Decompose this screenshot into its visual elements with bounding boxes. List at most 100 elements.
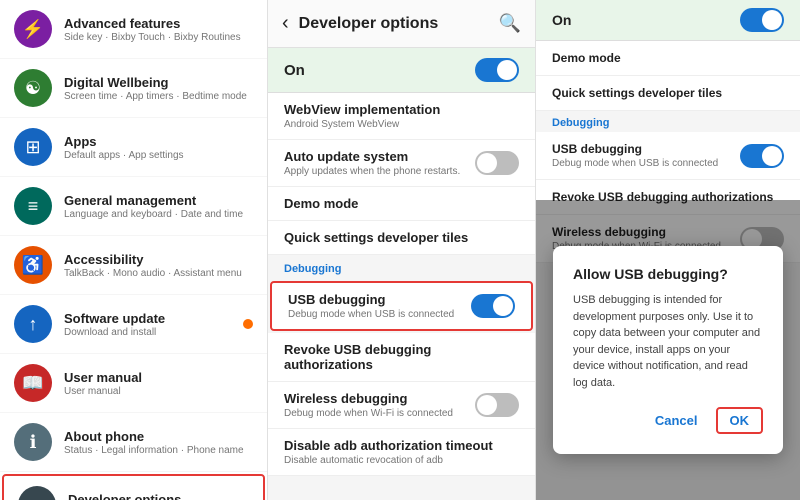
about-phone-text: About phone Status · Legal information ·…	[64, 429, 244, 456]
about-phone-title: About phone	[64, 429, 244, 444]
p3-on-label: On	[552, 12, 571, 28]
user-manual-title: User manual	[64, 370, 142, 385]
settings-item-software-update[interactable]: ↑ Software update Download and install	[0, 295, 267, 354]
dev-on-toggle[interactable]	[475, 58, 519, 82]
ok-button[interactable]: OK	[716, 407, 764, 434]
settings-item-developer-options[interactable]: { } Developer options Developer options	[2, 474, 265, 500]
accessibility-text: Accessibility TalkBack · Mono audio · As…	[64, 252, 242, 279]
usb-debugging-toggle[interactable]	[471, 294, 515, 318]
p3-usb-toggle[interactable]	[740, 144, 784, 168]
accessibility-icon: ♿	[14, 246, 52, 284]
user-manual-text: User manual User manual	[64, 370, 142, 397]
auto-update-toggle[interactable]	[475, 151, 519, 175]
dev-on-row: On	[268, 48, 535, 93]
settings-item-general-management[interactable]: ≡ General management Language and keyboa…	[0, 177, 267, 236]
settings-item-apps[interactable]: ⊞ Apps Default apps · App settings	[0, 118, 267, 177]
digital-wellbeing-title: Digital Wellbeing	[64, 75, 247, 90]
apps-subtitle: Default apps · App settings	[64, 150, 184, 161]
software-update-subtitle: Download and install	[64, 327, 165, 338]
usb-debug-dialog: Allow USB debugging? USB debugging is in…	[553, 246, 783, 454]
general-management-icon: ≡	[14, 187, 52, 225]
settings-item-about-phone[interactable]: ℹ About phone Status · Legal information…	[0, 413, 267, 472]
settings-item-accessibility[interactable]: ♿ Accessibility TalkBack · Mono audio · …	[0, 236, 267, 295]
general-management-subtitle: Language and keyboard · Date and time	[64, 209, 243, 220]
software-update-title: Software update	[64, 311, 165, 326]
developer-options-icon: { }	[18, 486, 56, 500]
auto-update-text: Auto update system Apply updates when th…	[284, 149, 460, 177]
wireless-text: Wireless debugging Debug mode when Wi-Fi…	[284, 391, 453, 419]
wireless-title: Wireless debugging	[284, 391, 453, 406]
search-button[interactable]: 🔍	[499, 13, 521, 34]
revoke-title: Revoke USB debugging authorizations	[284, 342, 519, 372]
usb-debugging-row: USB debugging Debug mode when USB is con…	[288, 292, 515, 320]
p3-usb-subtitle: Debug mode when USB is connected	[552, 158, 718, 169]
demo-mode-item[interactable]: Demo mode	[268, 187, 535, 221]
auto-update-row: Auto update system Apply updates when th…	[284, 149, 519, 177]
dialog-actions: Cancel OK	[573, 407, 763, 434]
webview-item[interactable]: WebView implementation Android System We…	[268, 93, 535, 140]
p3-on-toggle[interactable]	[740, 8, 784, 32]
wireless-toggle[interactable]	[475, 393, 519, 417]
advanced-title: Advanced features	[64, 16, 241, 31]
digital-wellbeing-text: Digital Wellbeing Screen time · App time…	[64, 75, 247, 102]
accessibility-title: Accessibility	[64, 252, 242, 267]
auto-update-title: Auto update system	[284, 149, 460, 164]
quick-settings-title: Quick settings developer tiles	[284, 230, 519, 245]
debugging-section: Debugging	[268, 255, 535, 279]
panel3-header: On	[536, 0, 800, 41]
wireless-row: Wireless debugging Debug mode when Wi-Fi…	[284, 391, 519, 419]
user-manual-subtitle: User manual	[64, 386, 142, 397]
p3-quick-settings-title: Quick settings developer tiles	[552, 86, 784, 100]
software-update-text: Software update Download and install	[64, 311, 165, 338]
p3-quick-settings-item[interactable]: Quick settings developer tiles	[536, 76, 800, 111]
about-phone-icon: ℹ	[14, 423, 52, 461]
usb-debugging-title: USB debugging	[288, 292, 454, 307]
webview-title: WebView implementation	[284, 102, 519, 117]
settings-item-user-manual[interactable]: 📖 User manual User manual	[0, 354, 267, 413]
wireless-subtitle: Debug mode when Wi-Fi is connected	[284, 408, 453, 419]
settings-item-advanced[interactable]: ⚡ Advanced features Side key · Bixby Tou…	[0, 0, 267, 59]
general-management-title: General management	[64, 193, 243, 208]
demo-mode-title: Demo mode	[284, 196, 519, 211]
settings-item-digital-wellbeing[interactable]: ☯ Digital Wellbeing Screen time · App ti…	[0, 59, 267, 118]
accessibility-subtitle: TalkBack · Mono audio · Assistant menu	[64, 268, 242, 279]
p3-demo-mode-item[interactable]: Demo mode	[536, 41, 800, 76]
panel2-header: ‹ Developer options 🔍	[268, 0, 535, 48]
dev-on-label: On	[284, 62, 305, 79]
user-manual-icon: 📖	[14, 364, 52, 402]
usb-debugging-item[interactable]: USB debugging Debug mode when USB is con…	[270, 281, 533, 331]
back-button[interactable]: ‹	[282, 12, 289, 35]
auto-update-item[interactable]: Auto update system Apply updates when th…	[268, 140, 535, 187]
advanced-subtitle: Side key · Bixby Touch · Bixby Routines	[64, 32, 241, 43]
digital-wellbeing-icon: ☯	[14, 69, 52, 107]
p3-usb-text: USB debugging Debug mode when USB is con…	[552, 142, 718, 169]
settings-menu-panel: ⚡ Advanced features Side key · Bixby Tou…	[0, 0, 268, 500]
usb-debugging-subtitle: Debug mode when USB is connected	[288, 309, 454, 320]
dialog-body: USB debugging is intended for developmen…	[573, 292, 763, 391]
cancel-button[interactable]: Cancel	[647, 407, 706, 434]
disable-adb-title: Disable adb authorization timeout	[284, 438, 519, 453]
auto-update-subtitle: Apply updates when the phone restarts.	[284, 166, 460, 177]
about-phone-subtitle: Status · Legal information · Phone name	[64, 445, 244, 456]
general-management-text: General management Language and keyboard…	[64, 193, 243, 220]
developer-options-panel: ‹ Developer options 🔍 On WebView impleme…	[268, 0, 536, 500]
p3-usb-debugging-item[interactable]: USB debugging Debug mode when USB is con…	[536, 132, 800, 180]
webview-subtitle: Android System WebView	[284, 119, 519, 130]
usb-debugging-text: USB debugging Debug mode when USB is con…	[288, 292, 454, 320]
developer-options-title: Developer options	[68, 492, 181, 500]
p3-demo-mode-title: Demo mode	[552, 51, 784, 65]
developer-options-text: Developer options Developer options	[68, 492, 181, 500]
apps-text: Apps Default apps · App settings	[64, 134, 184, 161]
p3-usb-title: USB debugging	[552, 142, 718, 156]
advanced-icon: ⚡	[14, 10, 52, 48]
digital-wellbeing-subtitle: Screen time · App timers · Bedtime mode	[64, 91, 247, 102]
software-update-icon: ↑	[14, 305, 52, 343]
quick-settings-item[interactable]: Quick settings developer tiles	[268, 221, 535, 255]
p3-debugging-section: Debugging	[536, 111, 800, 132]
revoke-item[interactable]: Revoke USB debugging authorizations	[268, 333, 535, 382]
apps-icon: ⊞	[14, 128, 52, 166]
disable-adb-subtitle: Disable automatic revocation of adb	[284, 455, 519, 466]
notification-dot	[243, 319, 253, 329]
wireless-debugging-item[interactable]: Wireless debugging Debug mode when Wi-Fi…	[268, 382, 535, 429]
disable-adb-item[interactable]: Disable adb authorization timeout Disabl…	[268, 429, 535, 476]
